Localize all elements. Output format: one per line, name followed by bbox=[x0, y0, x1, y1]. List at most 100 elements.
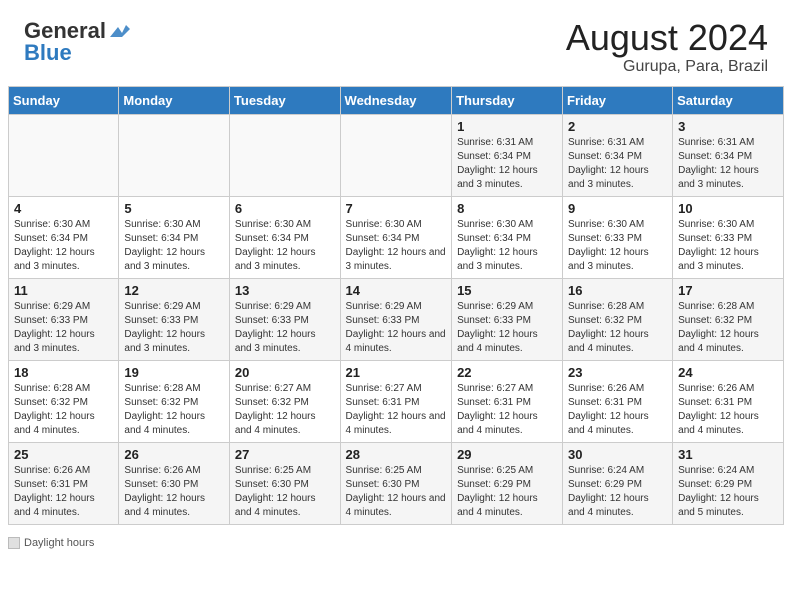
calendar-cell: 23Sunrise: 6:26 AM Sunset: 6:31 PM Dayli… bbox=[563, 360, 673, 442]
day-number: 25 bbox=[14, 447, 113, 462]
day-info: Sunrise: 6:30 AM Sunset: 6:34 PM Dayligh… bbox=[14, 218, 113, 274]
day-info: Sunrise: 6:29 AM Sunset: 6:33 PM Dayligh… bbox=[235, 300, 335, 356]
day-number: 29 bbox=[457, 447, 557, 462]
day-info: Sunrise: 6:29 AM Sunset: 6:33 PM Dayligh… bbox=[14, 300, 113, 356]
calendar-cell: 27 Sunrise: 6:25 AM Sunset: 6:30 PM Dayli… bbox=[229, 442, 340, 524]
day-info: Sunrise: 6:27 AM Sunset: 6:31 PM Dayligh… bbox=[346, 382, 447, 438]
calendar-cell bbox=[340, 114, 452, 196]
day-number: 12 bbox=[124, 283, 224, 298]
calendar-cell: 18 Sunrise: 6:28 AM Sunset: 6:32 PM Dayli… bbox=[9, 360, 119, 442]
col-sunday: Sunday bbox=[9, 86, 119, 114]
calendar-cell: 16 Sunrise: 6:28 AM Sunset: 6:32 PM Dayli… bbox=[563, 278, 673, 360]
day-number: 2 bbox=[568, 119, 667, 134]
calendar-cell: 13 Sunrise: 6:29 AM Sunset: 6:33 PM Dayli… bbox=[229, 278, 340, 360]
day-info: Sunrise: 6:28 AM Sunset: 6:32 PM Dayligh… bbox=[124, 382, 224, 438]
calendar-week-5: 25 Sunrise: 6:26 AM Sunset: 6:31 PM Dayli… bbox=[9, 442, 784, 524]
calendar-body: 1 Sunrise: 6:31 AM Sunset: 6:34 PM Daylig… bbox=[9, 114, 784, 524]
daylight-dot bbox=[8, 537, 20, 549]
calendar-cell: 30 Sunrise: 6:24 AM Sunset: 6:29 PM Dayli… bbox=[563, 442, 673, 524]
calendar-cell: 9 Sunrise: 6:30 AM Sunset: 6:33 PM Daylig… bbox=[563, 196, 673, 278]
calendar-cell: 6Sunrise: 6:30 AM Sunset: 6:34 PM Daylig… bbox=[229, 196, 340, 278]
calendar-cell: 4 Sunrise: 6:30 AM Sunset: 6:34 PM Daylig… bbox=[9, 196, 119, 278]
day-number: 14 bbox=[346, 283, 447, 298]
calendar-cell: 14 Sunrise: 6:29 AM Sunset: 6:33 PM Dayli… bbox=[340, 278, 452, 360]
calendar-week-4: 18 Sunrise: 6:28 AM Sunset: 6:32 PM Dayli… bbox=[9, 360, 784, 442]
col-tuesday: Tuesday bbox=[229, 86, 340, 114]
calendar-cell: 8 Sunrise: 6:30 AM Sunset: 6:34 PM Daylig… bbox=[452, 196, 563, 278]
day-number: 30 bbox=[568, 447, 667, 462]
day-info: Sunrise: 6:25 AM Sunset: 6:30 PM Dayligh… bbox=[235, 464, 335, 520]
calendar-cell: 1 Sunrise: 6:31 AM Sunset: 6:34 PM Daylig… bbox=[452, 114, 563, 196]
calendar-cell: 3 Sunrise: 6:31 AM Sunset: 6:34 PM Daylig… bbox=[673, 114, 784, 196]
day-info: Sunrise: 6:27 AM Sunset: 6:31 PM Dayligh… bbox=[457, 382, 557, 438]
day-number: 5 bbox=[124, 201, 224, 216]
footer-daylight: Daylight hours bbox=[8, 537, 94, 549]
day-number: 16 bbox=[568, 283, 667, 298]
day-info: Sunrise: 6:30 AM Sunset: 6:33 PM Dayligh… bbox=[568, 218, 667, 274]
calendar-cell bbox=[119, 114, 230, 196]
header-row: Sunday Monday Tuesday Wednesday Thursday… bbox=[9, 86, 784, 114]
day-info: Sunrise: 6:30 AM Sunset: 6:34 PM Dayligh… bbox=[124, 218, 224, 274]
day-info: Sunrise: 6:26 AM Sunset: 6:31 PM Dayligh… bbox=[678, 382, 778, 438]
day-number: 27 bbox=[235, 447, 335, 462]
calendar-week-1: 1 Sunrise: 6:31 AM Sunset: 6:34 PM Daylig… bbox=[9, 114, 784, 196]
day-number: 20 bbox=[235, 365, 335, 380]
day-info: Sunrise: 6:31 AM Sunset: 6:34 PM Dayligh… bbox=[457, 136, 557, 192]
calendar-cell: 28Sunrise: 6:25 AM Sunset: 6:30 PM Dayli… bbox=[340, 442, 452, 524]
day-number: 10 bbox=[678, 201, 778, 216]
calendar-cell: 21Sunrise: 6:27 AM Sunset: 6:31 PM Dayli… bbox=[340, 360, 452, 442]
calendar-table: Sunday Monday Tuesday Wednesday Thursday… bbox=[8, 86, 784, 525]
day-number: 23 bbox=[568, 365, 667, 380]
day-number: 22 bbox=[457, 365, 557, 380]
day-info: Sunrise: 6:29 AM Sunset: 6:33 PM Dayligh… bbox=[457, 300, 557, 356]
calendar-cell: 20 Sunrise: 6:27 AM Sunset: 6:32 PM Dayli… bbox=[229, 360, 340, 442]
day-number: 8 bbox=[457, 201, 557, 216]
day-number: 3 bbox=[678, 119, 778, 134]
day-info: Sunrise: 6:30 AM Sunset: 6:34 PM Dayligh… bbox=[457, 218, 557, 274]
day-number: 18 bbox=[14, 365, 113, 380]
calendar-cell: 31Sunrise: 6:24 AM Sunset: 6:29 PM Dayli… bbox=[673, 442, 784, 524]
day-number: 6 bbox=[235, 201, 335, 216]
day-info: Sunrise: 6:28 AM Sunset: 6:32 PM Dayligh… bbox=[568, 300, 667, 356]
title-block: August 2024 Gurupa, Para, Brazil bbox=[566, 18, 768, 76]
logo-blue: Blue bbox=[24, 40, 72, 66]
calendar-week-2: 4 Sunrise: 6:30 AM Sunset: 6:34 PM Daylig… bbox=[9, 196, 784, 278]
day-number: 26 bbox=[124, 447, 224, 462]
col-thursday: Thursday bbox=[452, 86, 563, 114]
calendar-cell: 15 Sunrise: 6:29 AM Sunset: 6:33 PM Dayli… bbox=[452, 278, 563, 360]
logo: General Blue bbox=[24, 18, 130, 66]
day-number: 19 bbox=[124, 365, 224, 380]
page-container: General Blue August 2024 Gurupa, Para, B… bbox=[0, 0, 792, 557]
day-number: 24 bbox=[678, 365, 778, 380]
day-info: Sunrise: 6:28 AM Sunset: 6:32 PM Dayligh… bbox=[14, 382, 113, 438]
day-number: 9 bbox=[568, 201, 667, 216]
footer: Daylight hours bbox=[0, 533, 792, 557]
calendar-cell: 5 Sunrise: 6:30 AM Sunset: 6:34 PM Daylig… bbox=[119, 196, 230, 278]
day-number: 13 bbox=[235, 283, 335, 298]
day-info: Sunrise: 6:31 AM Sunset: 6:34 PM Dayligh… bbox=[678, 136, 778, 192]
calendar-cell: 2Sunrise: 6:31 AM Sunset: 6:34 PM Daylig… bbox=[563, 114, 673, 196]
day-info: Sunrise: 6:24 AM Sunset: 6:29 PM Dayligh… bbox=[678, 464, 778, 520]
day-number: 11 bbox=[14, 283, 113, 298]
calendar-cell: 7Sunrise: 6:30 AM Sunset: 6:34 PM Daylig… bbox=[340, 196, 452, 278]
calendar-cell: 12Sunrise: 6:29 AM Sunset: 6:33 PM Dayli… bbox=[119, 278, 230, 360]
calendar-week-3: 11 Sunrise: 6:29 AM Sunset: 6:33 PM Dayli… bbox=[9, 278, 784, 360]
day-info: Sunrise: 6:27 AM Sunset: 6:32 PM Dayligh… bbox=[235, 382, 335, 438]
calendar-cell bbox=[9, 114, 119, 196]
day-number: 7 bbox=[346, 201, 447, 216]
day-number: 15 bbox=[457, 283, 557, 298]
day-info: Sunrise: 6:24 AM Sunset: 6:29 PM Dayligh… bbox=[568, 464, 667, 520]
calendar-cell: 10 Sunrise: 6:30 AM Sunset: 6:33 PM Dayli… bbox=[673, 196, 784, 278]
day-number: 1 bbox=[457, 119, 557, 134]
day-number: 4 bbox=[14, 201, 113, 216]
calendar-cell: 22 Sunrise: 6:27 AM Sunset: 6:31 PM Dayli… bbox=[452, 360, 563, 442]
day-info: Sunrise: 6:30 AM Sunset: 6:33 PM Dayligh… bbox=[678, 218, 778, 274]
calendar-title: August 2024 bbox=[566, 18, 768, 58]
day-info: Sunrise: 6:26 AM Sunset: 6:31 PM Dayligh… bbox=[14, 464, 113, 520]
day-info: Sunrise: 6:28 AM Sunset: 6:32 PM Dayligh… bbox=[678, 300, 778, 356]
col-monday: Monday bbox=[119, 86, 230, 114]
calendar-cell: 24 Sunrise: 6:26 AM Sunset: 6:31 PM Dayli… bbox=[673, 360, 784, 442]
day-info: Sunrise: 6:29 AM Sunset: 6:33 PM Dayligh… bbox=[346, 300, 447, 356]
calendar-cell: 29Sunrise: 6:25 AM Sunset: 6:29 PM Dayli… bbox=[452, 442, 563, 524]
daylight-label: Daylight hours bbox=[24, 537, 94, 549]
